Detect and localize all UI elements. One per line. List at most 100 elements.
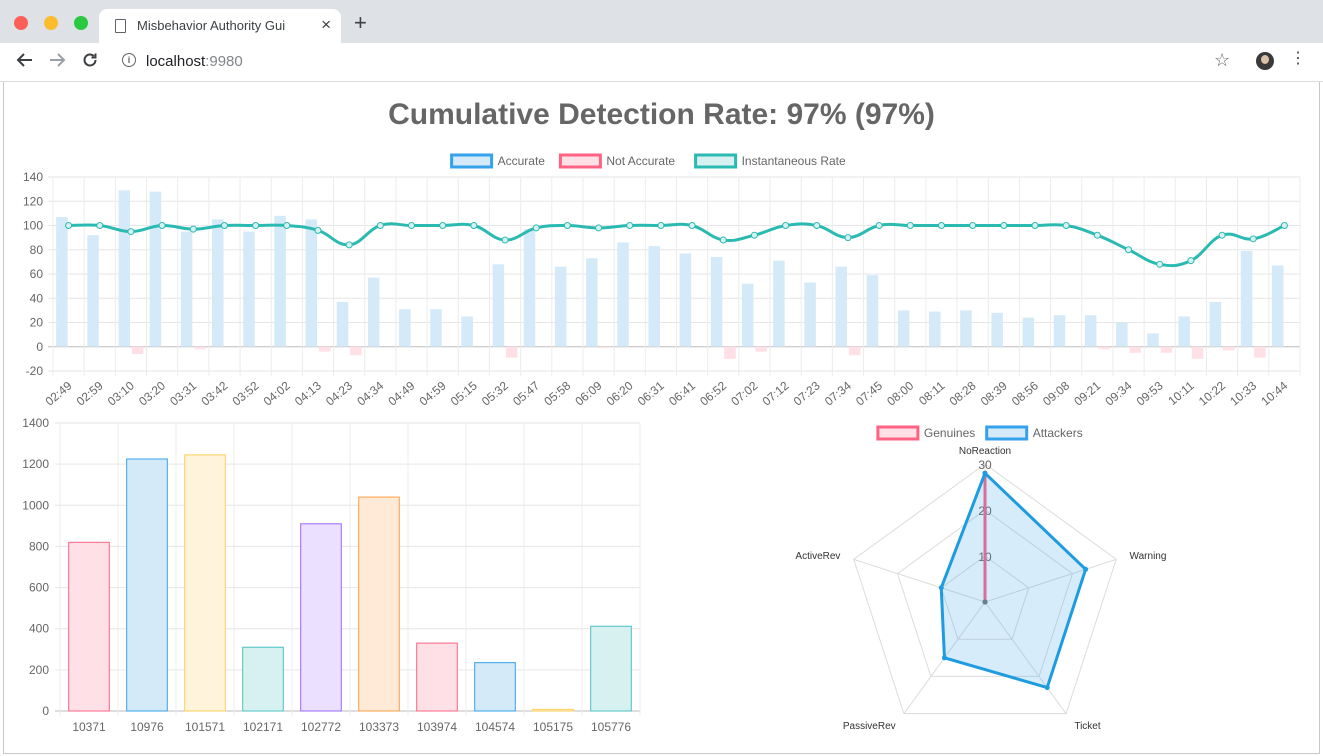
instantaneous-rate-point bbox=[626, 222, 634, 229]
x-tick-label: 07:34 bbox=[822, 378, 854, 408]
maximize-window-button[interactable] bbox=[74, 16, 88, 30]
y-tick-label: 0 bbox=[42, 704, 49, 718]
avatar[interactable] bbox=[1256, 52, 1274, 70]
y-tick-label: 1200 bbox=[22, 457, 49, 471]
y-tick-label: 800 bbox=[29, 539, 49, 553]
accurate-bar bbox=[180, 231, 193, 347]
accurate-bar bbox=[1116, 322, 1128, 347]
bar bbox=[416, 642, 458, 712]
tab-close-icon[interactable]: × bbox=[321, 15, 331, 35]
minimize-window-button[interactable] bbox=[44, 16, 58, 30]
x-tick-label: 06:09 bbox=[572, 378, 604, 408]
x-tick-label: 03:10 bbox=[105, 378, 137, 408]
arrow-right-icon[interactable] bbox=[48, 51, 66, 73]
accurate-bar bbox=[773, 260, 785, 347]
x-tick-label: 08:00 bbox=[884, 378, 916, 408]
y-tick-label: 200 bbox=[29, 663, 49, 677]
instantaneous-rate-point bbox=[688, 222, 696, 229]
bar bbox=[68, 541, 110, 712]
x-tick-label: 103373 bbox=[359, 720, 399, 734]
x-tick-label: 04:59 bbox=[417, 378, 449, 408]
radar-axis-label: Ticket bbox=[1074, 721, 1101, 732]
x-tick-label: 104574 bbox=[475, 720, 515, 734]
accurate-bar bbox=[1209, 301, 1222, 347]
instantaneous-rate-point bbox=[875, 222, 883, 229]
accurate-bar bbox=[710, 257, 723, 347]
y-tick-label: 600 bbox=[29, 581, 49, 595]
arrow-left-icon[interactable] bbox=[16, 51, 34, 73]
accurate-bar bbox=[1147, 333, 1159, 347]
x-tick-label: 10:33 bbox=[1227, 378, 1259, 408]
y-tick-label: 60 bbox=[30, 267, 44, 281]
y-tick-label: 20 bbox=[30, 316, 44, 330]
accurate-bar bbox=[897, 310, 910, 347]
x-tick-label: 06:41 bbox=[666, 378, 698, 408]
x-tick-label: 08:56 bbox=[1009, 378, 1041, 408]
x-tick-label: 04:23 bbox=[323, 378, 355, 408]
star-icon[interactable]: ☆ bbox=[1214, 50, 1230, 71]
accurate-bar bbox=[804, 282, 816, 347]
not-accurate-bar bbox=[131, 346, 144, 355]
accurate-bar bbox=[523, 229, 536, 347]
not-accurate-bar bbox=[350, 346, 362, 356]
instantaneous-rate-point bbox=[813, 222, 821, 229]
instantaneous-rate-point bbox=[408, 222, 416, 229]
accurate-bar bbox=[679, 253, 692, 347]
radar-axis-label: PassiveRev bbox=[843, 721, 896, 732]
x-tick-label: 09:08 bbox=[1040, 378, 1072, 408]
radar-series-area bbox=[939, 471, 1088, 690]
accurate-bar bbox=[149, 191, 162, 347]
radar-point bbox=[982, 470, 988, 476]
radar-axis-label: ActiveRev bbox=[795, 551, 840, 562]
instantaneous-rate-point bbox=[1031, 222, 1039, 229]
accurate-bar bbox=[118, 190, 131, 347]
instantaneous-rate-point bbox=[96, 222, 104, 229]
legend-swatch bbox=[694, 153, 738, 169]
x-tick-label: 101571 bbox=[185, 720, 225, 734]
kebab-menu-icon[interactable]: ⋮ bbox=[1290, 51, 1306, 67]
y-tick-label: -20 bbox=[26, 364, 44, 378]
document-icon bbox=[115, 19, 126, 33]
x-tick-label: 08:39 bbox=[978, 378, 1010, 408]
not-accurate-bar bbox=[1129, 346, 1142, 353]
legend-label: Instantaneous Rate bbox=[742, 154, 846, 168]
y-tick-label: 120 bbox=[23, 194, 43, 208]
url-text: localhost:9980 bbox=[146, 53, 243, 70]
accurate-bar bbox=[1053, 315, 1066, 347]
x-tick-label: 02:59 bbox=[74, 378, 106, 408]
accurate-bar bbox=[243, 231, 255, 347]
not-accurate-bar bbox=[1098, 346, 1110, 350]
x-tick-label: 102772 bbox=[301, 720, 341, 734]
instantaneous-rate-point bbox=[937, 222, 945, 229]
x-tick-label: 08:11 bbox=[916, 378, 948, 408]
instantaneous-rate-point bbox=[595, 224, 603, 232]
bar bbox=[126, 458, 168, 712]
accurate-bar bbox=[648, 246, 660, 347]
accurate-bar bbox=[1022, 317, 1035, 347]
not-accurate-bar bbox=[1191, 346, 1204, 359]
x-tick-label: 09:53 bbox=[1134, 378, 1166, 408]
not-accurate-bar bbox=[599, 346, 612, 348]
not-accurate-bar bbox=[318, 346, 331, 352]
bar bbox=[184, 454, 226, 712]
accurate-bar bbox=[960, 310, 972, 347]
accurate-bar bbox=[56, 217, 68, 347]
info-icon[interactable]: i bbox=[122, 53, 136, 67]
instantaneous-rate-point bbox=[252, 222, 260, 229]
tab-title: Misbehavior Authority Gui bbox=[137, 18, 286, 33]
x-tick-label: 10371 bbox=[72, 720, 106, 734]
reload-icon[interactable] bbox=[81, 51, 99, 73]
address-bar[interactable]: i localhost:9980 bbox=[110, 47, 1240, 75]
instantaneous-rate-point bbox=[532, 224, 540, 232]
radar-point bbox=[938, 585, 944, 591]
accurate-bar bbox=[929, 311, 941, 347]
legend-label: Not Accurate bbox=[606, 154, 675, 168]
y-tick-label: 100 bbox=[23, 219, 43, 233]
legend-swatch bbox=[450, 153, 494, 169]
browser-tab-bar: Misbehavior Authority Gui × + bbox=[0, 0, 1323, 43]
y-tick-label: 1400 bbox=[22, 416, 49, 430]
new-tab-button[interactable]: + bbox=[354, 12, 367, 34]
close-window-button[interactable] bbox=[14, 16, 28, 30]
instantaneous-rate-point bbox=[1000, 222, 1008, 229]
browser-tab[interactable]: Misbehavior Authority Gui × bbox=[99, 9, 341, 43]
